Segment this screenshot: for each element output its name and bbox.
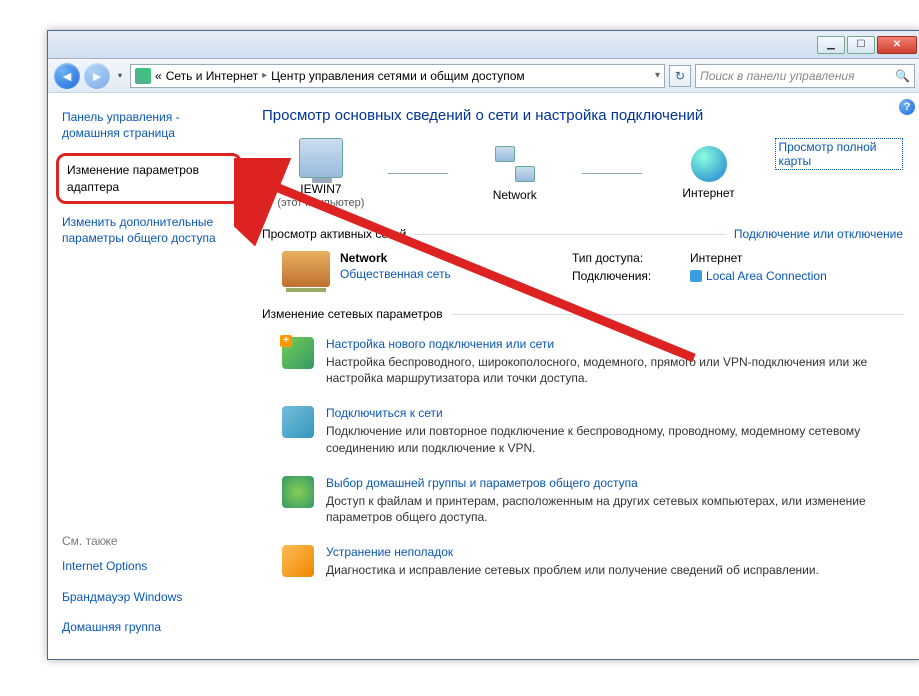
divider2 <box>451 314 903 315</box>
breadcrumb-level2[interactable]: Центр управления сетями и общим доступом <box>271 69 525 83</box>
active-network-block: Network Общественная сеть Тип доступа: И… <box>262 251 903 301</box>
connect-disconnect-link[interactable]: Подключение или отключение <box>734 227 903 241</box>
breadcrumb-sep: ▸ <box>262 70 267 81</box>
back-button[interactable]: ◄ <box>54 63 80 89</box>
close-button[interactable] <box>877 36 917 54</box>
pc-icon <box>299 138 343 178</box>
network-icon <box>493 144 537 184</box>
network-details: Тип доступа: Интернет Подключения: Local… <box>572 251 827 287</box>
change-settings-header: Изменение сетевых параметров <box>262 307 903 321</box>
connect-network-icon <box>282 406 314 438</box>
view-full-map-link[interactable]: Просмотр полной карты <box>775 138 903 170</box>
network-type-link[interactable]: Общественная сеть <box>340 267 451 281</box>
network-identity: Network Общественная сеть <box>282 251 542 287</box>
sidebar-footer: См. также Internet Options Брандмауэр Wi… <box>62 534 238 649</box>
sidebar-sharing-link[interactable]: Изменить дополнительные параметры общего… <box>62 214 238 246</box>
divider <box>414 234 726 235</box>
task-desc: Доступ к файлам и принтерам, расположенн… <box>326 493 903 525</box>
network-name: Network <box>340 251 451 265</box>
task-title: Выбор домашней группы и параметров общег… <box>326 476 903 490</box>
connections-label: Подключения: <box>572 269 672 283</box>
navbar: ◄ ► ▾ « Сеть и Интернет ▸ Центр управлен… <box>48 59 919 93</box>
search-icon: 🔍 <box>895 69 910 83</box>
help-icon[interactable]: ? <box>899 99 915 115</box>
task-desc: Диагностика и исправление сетевых пробле… <box>326 562 819 578</box>
search-placeholder: Поиск в панели управления <box>700 69 855 83</box>
breadcrumb-prefix: « <box>155 69 162 83</box>
access-type-label: Тип доступа: <box>572 251 672 265</box>
breadcrumb-level1[interactable]: Сеть и Интернет <box>166 69 258 83</box>
seealso-internet-options[interactable]: Internet Options <box>62 558 238 574</box>
body: Панель управления - домашняя страница Из… <box>48 93 919 659</box>
map-network: Network <box>456 144 574 203</box>
task-desc: Подключение или повторное подключение к … <box>326 423 903 455</box>
tasks-list: Настройка нового подключения или сети На… <box>262 331 903 592</box>
task-title: Подключиться к сети <box>326 406 903 420</box>
titlebar <box>48 31 919 59</box>
page-title: Просмотр основных сведений о сети и наст… <box>262 107 903 124</box>
history-dropdown[interactable]: ▾ <box>114 71 126 80</box>
active-networks-label: Просмотр активных сетей <box>262 227 406 241</box>
task-troubleshoot[interactable]: Устранение неполадок Диагностика и испра… <box>262 539 903 592</box>
address-dropdown[interactable]: ▾ <box>655 70 660 81</box>
task-title: Устранение неполадок <box>326 545 819 559</box>
network-map: IEWIN7 (этот компьютер) Network Интернет… <box>262 138 903 209</box>
pc-name: IEWIN7 <box>300 182 341 197</box>
address-bar[interactable]: « Сеть и Интернет ▸ Центр управления сет… <box>130 64 665 88</box>
seealso-homegroup[interactable]: Домашняя группа <box>62 619 238 635</box>
task-desc: Настройка беспроводного, широкополосного… <box>326 354 903 386</box>
internet-icon <box>691 146 727 182</box>
location-icon <box>135 68 151 84</box>
seealso-firewall[interactable]: Брандмауэр Windows <box>62 589 238 605</box>
refresh-button[interactable]: ↻ <box>669 65 691 87</box>
map-connector <box>388 173 448 174</box>
task-connect-network[interactable]: Подключиться к сети Подключение или повт… <box>262 400 903 469</box>
bench-icon <box>282 251 330 287</box>
map-connector2 <box>582 173 642 174</box>
forward-button[interactable]: ► <box>84 63 110 89</box>
sidebar-home-link[interactable]: Панель управления - домашняя страница <box>62 109 238 141</box>
access-type-value: Интернет <box>690 251 742 265</box>
window-frame: ◄ ► ▾ « Сеть и Интернет ▸ Центр управлен… <box>47 30 919 660</box>
connection-link[interactable]: Local Area Connection <box>706 269 827 283</box>
change-settings-label: Изменение сетевых параметров <box>262 307 443 321</box>
task-title: Настройка нового подключения или сети <box>326 337 903 351</box>
minimize-button[interactable] <box>817 36 845 54</box>
ethernet-icon <box>690 270 702 282</box>
task-homegroup[interactable]: Выбор домашней группы и параметров общег… <box>262 470 903 539</box>
seealso-header: См. также <box>62 534 238 548</box>
task-new-connection[interactable]: Настройка нового подключения или сети На… <box>262 331 903 400</box>
homegroup-icon <box>282 476 314 508</box>
new-connection-icon <box>282 337 314 369</box>
sidebar-adapter-link[interactable]: Изменение параметров адаптера <box>56 153 242 203</box>
main-content: ? Просмотр основных сведений о сети и на… <box>248 93 919 659</box>
map-this-pc: IEWIN7 (этот компьютер) <box>262 138 380 209</box>
active-networks-header: Просмотр активных сетей Подключение или … <box>262 227 903 241</box>
pc-sub: (этот компьютер) <box>277 197 364 209</box>
sidebar: Панель управления - домашняя страница Из… <box>48 93 248 659</box>
map-internet: Интернет <box>650 146 768 201</box>
maximize-button[interactable] <box>847 36 875 54</box>
internet-label: Интернет <box>682 186 734 201</box>
troubleshoot-icon <box>282 545 314 577</box>
network-label: Network <box>493 188 537 203</box>
search-input[interactable]: Поиск в панели управления 🔍 <box>695 64 915 88</box>
